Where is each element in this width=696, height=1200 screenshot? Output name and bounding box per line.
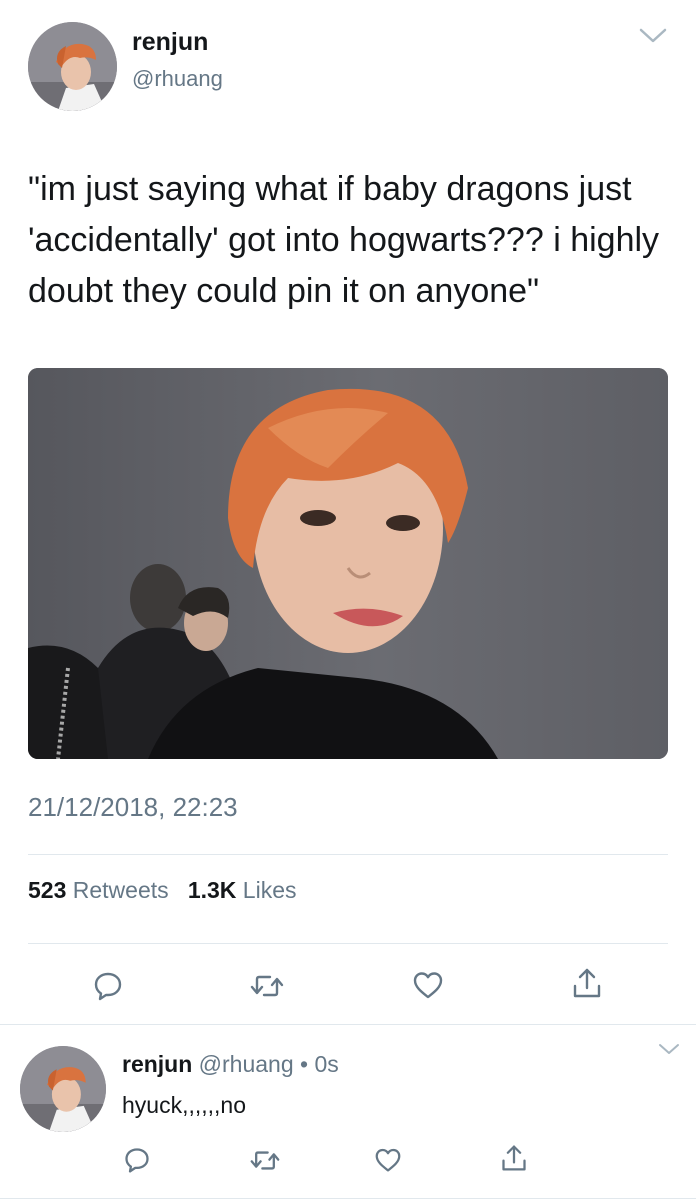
reply-separator: • [300,1051,309,1077]
author-handle[interactable]: @rhuang [132,66,223,92]
chevron-down-icon[interactable] [638,26,668,46]
author-display-name[interactable]: renjun [132,28,208,57]
reply-handle[interactable]: @rhuang [199,1051,294,1077]
divider [0,1024,696,1025]
divider [0,1198,696,1199]
retweets-label: Retweets [72,877,169,903]
like-icon[interactable] [412,970,444,1000]
likes-stat[interactable]: 1.3K Likes [188,877,297,903]
chevron-down-icon[interactable] [658,1042,680,1056]
retweets-stat[interactable]: 523 Retweets [28,877,175,903]
reply-icon[interactable] [92,970,124,1002]
retweet-icon[interactable] [250,972,284,1000]
author-avatar[interactable] [28,22,117,111]
share-icon[interactable] [500,1143,528,1173]
likes-label: Likes [242,877,297,903]
retweet-icon[interactable] [250,1148,280,1173]
likes-count: 1.3K [187,877,237,903]
tweet-text: "im just saying what if baby dragons jus… [28,170,669,310]
retweets-count: 523 [28,877,67,903]
reply-author-avatar[interactable] [20,1046,106,1132]
divider [28,943,668,944]
reply-display-name[interactable]: renjun [122,1051,192,1077]
share-icon[interactable] [571,966,603,1000]
reply-icon[interactable] [123,1146,151,1174]
tweet-timestamp[interactable]: 21/12/2018, 22:23 [28,792,238,823]
tweet-stats: 523 Retweets 1.3K Likes [28,877,297,904]
like-icon[interactable] [374,1147,402,1173]
tweet-media-photo[interactable] [28,368,668,759]
reply-time[interactable]: 0s [314,1051,338,1077]
reply-header: renjun @rhuang • 0s [122,1051,339,1078]
reply-text: hyuck,,,,,,no [122,1092,247,1118]
divider [28,854,668,855]
